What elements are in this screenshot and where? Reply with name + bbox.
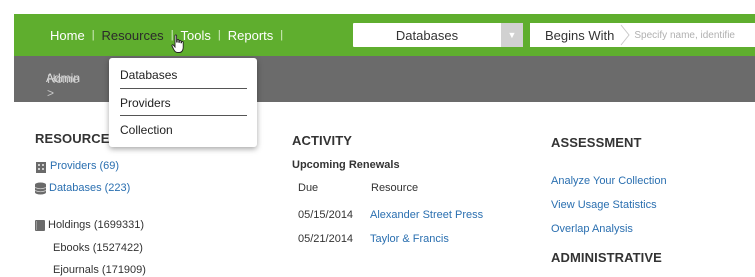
nav-home[interactable]: Home [50, 28, 85, 43]
providers-link[interactable]: Providers (69) [50, 160, 119, 172]
match-mode-select[interactable]: Begins With [530, 28, 620, 43]
column-header-resource: Resource [371, 182, 419, 194]
assessment-heading: ASSESSMENT [551, 135, 642, 150]
dropdown-arrow-icon[interactable]: ▼ [501, 23, 523, 47]
database-type-select[interactable]: Databases ▼ [353, 23, 523, 47]
nav-separator: | [217, 29, 221, 41]
menu-divider [120, 115, 247, 116]
upcoming-renewals-heading: Upcoming Renewals [292, 159, 400, 171]
breadcrumb: Admin Home > [46, 71, 80, 100]
nav-separator: | [91, 29, 95, 41]
analyze-collection-link[interactable]: Analyze Your Collection [551, 175, 667, 187]
search-input[interactable]: Specify name, identifie [630, 30, 735, 41]
database-type-value: Databases [395, 27, 459, 43]
book-icon [35, 220, 45, 231]
resources-dropdown-menu: Databases Providers Collection [109, 58, 257, 147]
nav-resources[interactable]: Resources [102, 28, 164, 43]
renewal-due-date: 05/15/2014 [298, 209, 354, 221]
database-icon [34, 182, 47, 195]
nav-reports[interactable]: Reports [228, 28, 274, 43]
usage-statistics-link[interactable]: View Usage Statistics [551, 199, 657, 211]
menu-divider [120, 88, 247, 89]
nav-separator: | [280, 29, 284, 41]
activity-heading: ACTIVITY [292, 133, 353, 148]
overlap-analysis-link[interactable]: Overlap Analysis [551, 223, 633, 235]
building-icon [36, 162, 46, 173]
ejournals-count[interactable]: Ejournals (171909) [53, 264, 146, 276]
databases-link[interactable]: Databases (223) [49, 182, 130, 194]
menu-item-providers[interactable]: Providers [120, 96, 171, 110]
menu-item-collection[interactable]: Collection [120, 123, 173, 137]
administrative-heading: ADMINISTRATIVE [551, 250, 662, 265]
holdings-count[interactable]: Holdings (1699331) [48, 219, 144, 231]
search-field[interactable]: Begins With Specify name, identifie [530, 23, 755, 47]
renewal-due-date: 05/21/2014 [298, 233, 354, 245]
top-nav-bar: Home | Resources | Tools | Reports | Dat… [14, 14, 755, 56]
breadcrumb-home[interactable]: Home > [47, 72, 80, 100]
renewal-resource-link[interactable]: Taylor & Francis [370, 233, 449, 245]
hand-cursor-icon [171, 34, 184, 53]
column-header-due: Due [298, 182, 319, 194]
ebooks-count[interactable]: Ebooks (1527422) [53, 242, 143, 254]
renewal-resource-link[interactable]: Alexander Street Press [370, 209, 483, 221]
resources-heading: RESOURCES [35, 131, 119, 146]
menu-item-databases[interactable]: Databases [120, 68, 177, 82]
chevron-right-icon [620, 24, 631, 46]
